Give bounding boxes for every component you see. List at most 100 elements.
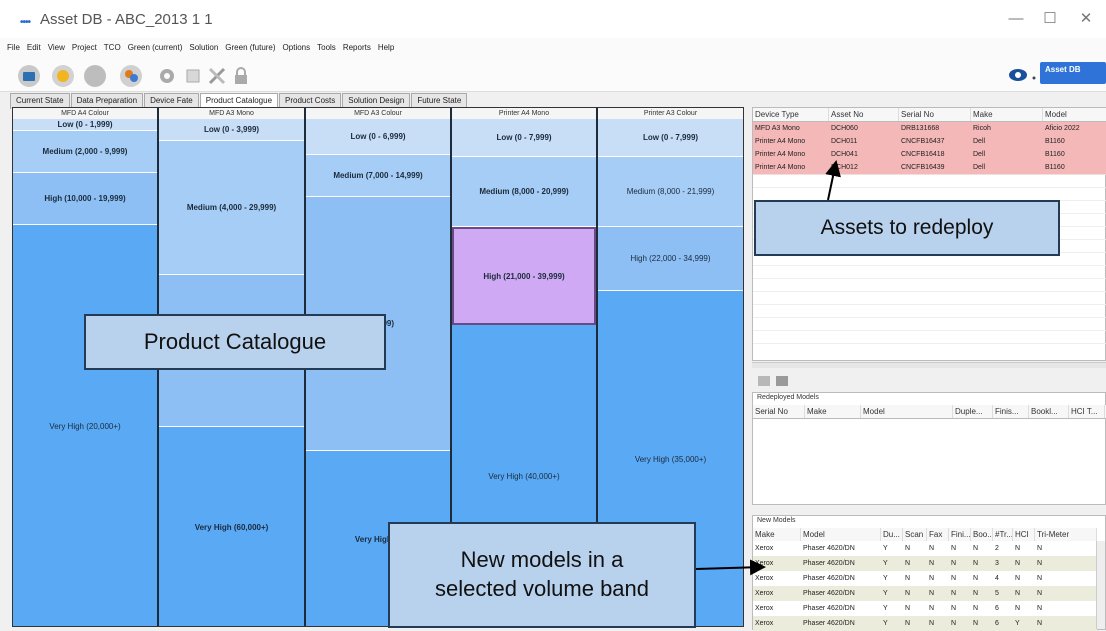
column-header[interactable]: Serial No bbox=[753, 405, 805, 418]
empty-row bbox=[753, 174, 1106, 188]
empty-row bbox=[753, 317, 1106, 331]
new-model-cell: N bbox=[905, 620, 911, 627]
volume-band[interactable]: Low (0 - 7,999) bbox=[452, 119, 596, 157]
new-model-cell: Xerox bbox=[755, 620, 774, 627]
new-model-row[interactable]: Xerox Phaser 4620/DN Y N N N N 3 N N bbox=[753, 556, 1097, 571]
new-model-row[interactable]: Xerox Phaser 4620/DN Y N N N N 5 N N bbox=[753, 586, 1097, 601]
volume-band[interactable]: Very High (60,000+) bbox=[159, 427, 304, 626]
menu-item-file[interactable]: File bbox=[7, 38, 20, 58]
column-header[interactable]: Bookl... bbox=[1029, 405, 1069, 418]
volume-band[interactable]: Medium (8,000 - 21,999) bbox=[598, 157, 743, 227]
column-header[interactable]: #Tr... bbox=[993, 528, 1013, 541]
tab-bar: Current State Data Preparation Device Fate… bbox=[10, 93, 468, 109]
column-header[interactable]: Du... bbox=[881, 528, 903, 541]
asset-db-button[interactable]: Asset DB bbox=[1040, 62, 1106, 84]
volume-band[interactable]: High (22,000 - 34,999) bbox=[598, 227, 743, 291]
column-header[interactable]: Model bbox=[1043, 108, 1106, 121]
new-model-cell: N bbox=[905, 590, 911, 597]
assets-header-row: Device Type Asset No Serial No Make Model bbox=[753, 108, 1106, 122]
column-header[interactable]: Fax bbox=[927, 528, 949, 541]
volume-band[interactable]: Low (0 - 7,999) bbox=[598, 119, 743, 157]
maximize-button[interactable]: ☐ bbox=[1040, 9, 1060, 29]
volume-band[interactable]: Medium (2,000 - 9,999) bbox=[13, 131, 157, 173]
new-model-row[interactable]: Xerox Phaser 4620/DN Y N N N N 6 N N bbox=[753, 601, 1097, 616]
column-header[interactable]: HCI bbox=[1013, 528, 1035, 541]
menu-item-reports[interactable]: Reports bbox=[343, 38, 371, 58]
empty-row bbox=[753, 187, 1106, 201]
new-model-cell: N bbox=[929, 605, 935, 612]
toolbar bbox=[0, 58, 1106, 92]
asset-row[interactable]: Printer A4 Mono DCH012 CNCFB16439 Dell B1160 bbox=[753, 161, 1106, 175]
volume-band[interactable]: High (21,000 - 39,999) bbox=[452, 227, 596, 325]
callout-new-models: New models in a selected volume band bbox=[388, 522, 696, 628]
menu-item-green-current-[interactable]: Green (current) bbox=[128, 38, 183, 58]
column-header[interactable]: Model bbox=[861, 405, 953, 418]
menu-item-options[interactable]: Options bbox=[283, 38, 311, 58]
settings-icon[interactable] bbox=[156, 65, 178, 87]
column-header[interactable]: Device Type bbox=[753, 108, 829, 121]
new-model-row[interactable]: Xerox Phaser 4620/DN Y N N N N 4 N N bbox=[753, 571, 1097, 586]
column-header[interactable]: Tri-Meter bbox=[1035, 528, 1097, 541]
new-model-cell: N bbox=[1015, 605, 1021, 612]
tools-icon[interactable] bbox=[206, 65, 228, 87]
column-header[interactable]: Make bbox=[971, 108, 1043, 121]
new-model-row[interactable]: Xerox Phaser 4620/DN Y N N N N 2 N N bbox=[753, 541, 1097, 556]
menu-item-edit[interactable]: Edit bbox=[27, 38, 41, 58]
column-header[interactable]: Scan bbox=[903, 528, 927, 541]
menu-item-view[interactable]: View bbox=[48, 38, 65, 58]
new-icon[interactable] bbox=[52, 65, 74, 87]
column-header[interactable]: Boo... bbox=[971, 528, 993, 541]
volume-band[interactable]: Low (0 - 3,999) bbox=[159, 119, 304, 141]
close-button[interactable]: ✕ bbox=[1076, 9, 1096, 29]
menu-item-solution[interactable]: Solution bbox=[189, 38, 218, 58]
menu-item-tools[interactable]: Tools bbox=[317, 38, 336, 58]
asset-row[interactable]: MFD A3 Mono DCH060 DRB131668 Ricoh Aficio 20… bbox=[753, 122, 1106, 136]
menu-item-project[interactable]: Project bbox=[72, 38, 97, 58]
open-icon[interactable] bbox=[18, 65, 40, 87]
volume-band[interactable]: High (10,000 - 19,999) bbox=[13, 173, 157, 225]
volume-band[interactable]: Low (0 - 1,999) bbox=[13, 119, 157, 131]
new-model-row[interactable]: Xerox Phaser 4620/DN Y N N N N 6 Y N bbox=[753, 616, 1097, 631]
volume-band[interactable]: Medium (4,000 - 29,999) bbox=[159, 141, 304, 275]
column-header[interactable]: Make bbox=[753, 528, 801, 541]
asset-row[interactable]: Printer A4 Mono DCH041 CNCFB16418 Dell B1160 bbox=[753, 148, 1106, 162]
vertical-scrollbar[interactable] bbox=[1096, 541, 1105, 629]
volume-band[interactable]: Medium (7,000 - 14,999) bbox=[306, 155, 450, 197]
asset-cell: DCH060 bbox=[831, 125, 858, 132]
asset-cell: Dell bbox=[973, 138, 986, 145]
asset-row[interactable]: Printer A4 Mono DCH011 CNCFB16437 Dell B1160 bbox=[753, 135, 1106, 149]
minimize-button[interactable]: — bbox=[1006, 9, 1026, 29]
lock-icon[interactable] bbox=[230, 65, 252, 87]
new-model-cell: N bbox=[905, 605, 911, 612]
new-model-cell: N bbox=[973, 575, 979, 582]
column-header[interactable]: Duple... bbox=[953, 405, 993, 418]
asset-cell: CNCFB16437 bbox=[901, 138, 945, 145]
users-icon[interactable] bbox=[120, 65, 142, 87]
new-model-cell: Phaser 4620/DN bbox=[803, 545, 855, 552]
new-model-cell: Y bbox=[883, 545, 888, 552]
menu-item-green-future-[interactable]: Green (future) bbox=[225, 38, 275, 58]
asset-cell: CNCFB16418 bbox=[901, 151, 945, 158]
column-header[interactable]: HCI T... bbox=[1069, 405, 1105, 418]
new-model-cell: N bbox=[973, 620, 979, 627]
volume-band[interactable]: Very High (20,000+) bbox=[13, 225, 157, 626]
empty-row bbox=[753, 265, 1106, 279]
column-header[interactable]: Make bbox=[805, 405, 861, 418]
column-header[interactable]: Asset No bbox=[829, 108, 899, 121]
asset-cell: Dell bbox=[973, 164, 986, 171]
menu-item-help[interactable]: Help bbox=[378, 38, 394, 58]
new-model-cell: N bbox=[1037, 620, 1043, 627]
column-header[interactable]: Model bbox=[801, 528, 881, 541]
disabled-icon[interactable] bbox=[84, 65, 106, 87]
eye-icon[interactable] bbox=[1008, 67, 1038, 83]
menu-item-tco[interactable]: TCO bbox=[104, 38, 121, 58]
column-header[interactable]: Finis... bbox=[993, 405, 1029, 418]
volume-band[interactable]: Medium (8,000 - 20,999) bbox=[452, 157, 596, 227]
window-title: Asset DB - ABC_2013 1 1 bbox=[40, 11, 213, 28]
list-icon[interactable] bbox=[182, 65, 204, 87]
splitter[interactable] bbox=[752, 362, 1106, 368]
new-model-cell: Y bbox=[883, 605, 888, 612]
column-header[interactable]: Fini... bbox=[949, 528, 971, 541]
volume-band[interactable]: Low (0 - 6,999) bbox=[306, 119, 450, 155]
column-header[interactable]: Serial No bbox=[899, 108, 971, 121]
